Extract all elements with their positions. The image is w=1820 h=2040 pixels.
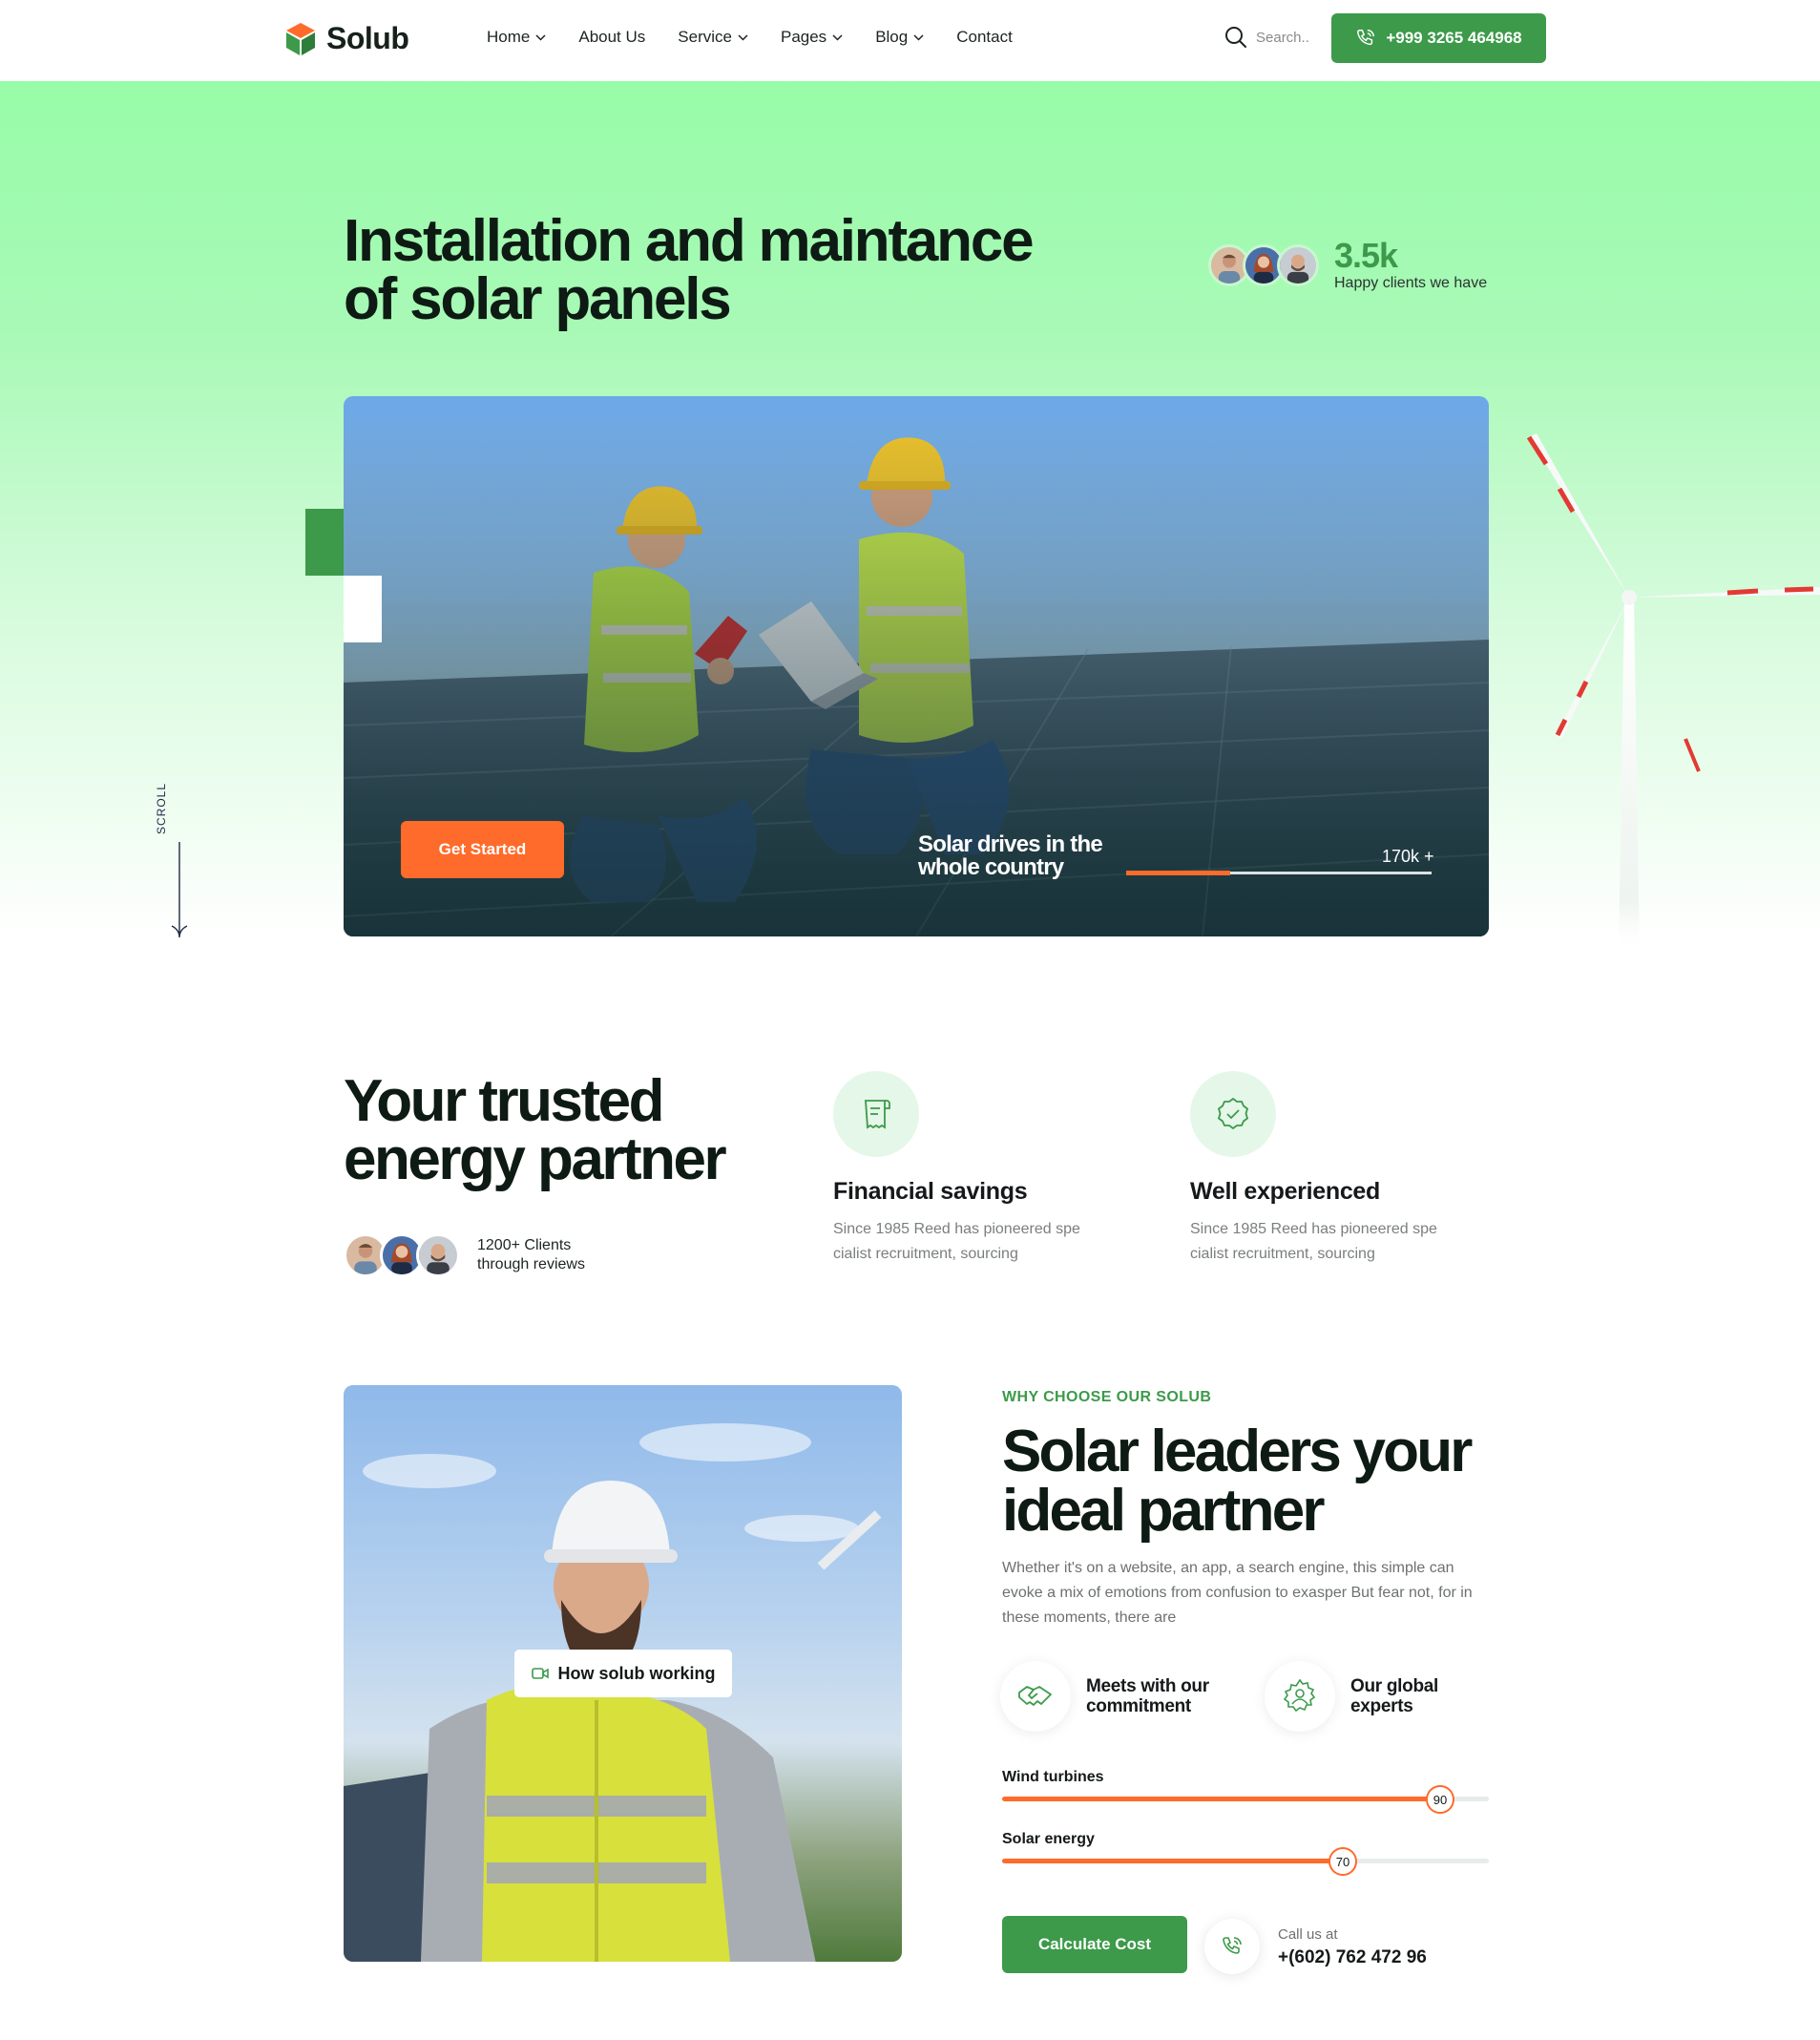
feature-title: Financial savings: [833, 1178, 1028, 1205]
logo-text: Solub: [326, 21, 409, 55]
how-solub-working-button[interactable]: How solub working: [514, 1650, 732, 1697]
cube-logo-icon: [286, 22, 315, 55]
trusted-title: Your trusted energy partner: [344, 1068, 727, 1192]
why-desc: Whether it's on a website, an app, a sea…: [1002, 1560, 1473, 1626]
happy-stats: 3.5k Happy clients we have: [1334, 239, 1487, 292]
gear-team-icon: [1283, 1678, 1316, 1713]
search-icon[interactable]: [1224, 25, 1248, 50]
why-title: Solar leaders your ideal partner: [1002, 1419, 1473, 1544]
receipt-icon: [865, 1100, 890, 1129]
feature-icon-wrap: [833, 1071, 919, 1157]
chevron-down-icon: [535, 33, 546, 41]
how-solub-working-label: How solub working: [557, 1663, 716, 1683]
mini-icon-wrap: [1000, 1661, 1071, 1732]
hero-stat: 170k +: [1382, 847, 1434, 866]
header-phone-number: +999 3265 464968: [1386, 29, 1522, 47]
call-number[interactable]: +(602) 762 472 96: [1278, 1947, 1427, 1968]
chevron-down-icon: [832, 33, 843, 41]
decorative-square: [344, 576, 382, 642]
clients-text: 1200+ Clients through reviews: [477, 1237, 585, 1272]
badge-check-icon: [1217, 1097, 1249, 1130]
nav-pages-label: Pages: [780, 28, 827, 46]
clients-reviews: 1200+ Clients through reviews: [344, 1233, 620, 1277]
progress-knob[interactable]: 90: [1426, 1785, 1454, 1814]
nav-about[interactable]: About Us: [578, 28, 645, 47]
nav-home-label: Home: [487, 28, 531, 46]
mini-label: Our global experts: [1350, 1676, 1439, 1716]
hero-stat-progress-fill: [1126, 871, 1230, 875]
feature-desc: Since 1985 Reed has pioneered spe cialis…: [1190, 1221, 1437, 1262]
why-eyebrow: WHY CHOOSE OUR SOLUB: [1002, 1389, 1212, 1405]
wind-turbine-illustration: [1526, 433, 1820, 955]
progress-bar-wind: 90: [1002, 1785, 1489, 1814]
feature-financial-savings: Financial savings Since 1985 Reed has pi…: [833, 1071, 1119, 1267]
feature-icon-wrap: [1190, 1071, 1276, 1157]
mini-feature-commitment: Meets with our commitment: [1000, 1661, 1229, 1732]
avatar: [416, 1233, 460, 1277]
feature-title: Well experienced: [1190, 1178, 1380, 1205]
scroll-label: SCROLL: [155, 782, 168, 834]
progress-bar-solar: 70: [1002, 1847, 1489, 1876]
handshake-icon: [1018, 1686, 1052, 1706]
nav-service-label: Service: [678, 28, 732, 46]
phone-call-icon: [1223, 1937, 1242, 1954]
progress-fill: [1002, 1859, 1343, 1863]
header-phone-button[interactable]: +999 3265 464968: [1331, 13, 1546, 63]
happy-label: Happy clients we have: [1334, 275, 1488, 291]
mini-feature-experts: Our global experts: [1265, 1661, 1494, 1732]
search-input[interactable]: [1256, 29, 1342, 46]
nav-service[interactable]: Service: [678, 28, 748, 47]
nav-blog-label: Blog: [875, 28, 909, 46]
bar-label-wind: Wind turbines: [1002, 1769, 1104, 1785]
nav-blog[interactable]: Blog: [875, 28, 924, 47]
scroll-arrow-icon[interactable]: [170, 783, 189, 945]
site-header: Solub Home About Us Service Pages Blog C…: [0, 0, 1820, 81]
video-icon: [531, 1668, 549, 1679]
avatar: [1277, 244, 1319, 286]
phone-call-icon: [1357, 30, 1375, 46]
progress-knob[interactable]: 70: [1328, 1847, 1357, 1876]
nav-home[interactable]: Home: [487, 28, 546, 47]
call-label: Call us at: [1278, 1926, 1338, 1943]
mini-icon-wrap: [1265, 1661, 1335, 1732]
main-nav: Home About Us Service Pages Blog Contact: [487, 28, 1013, 47]
hero-title: Installation and maintance of solar pane…: [344, 208, 1035, 332]
call-button[interactable]: [1204, 1919, 1260, 1974]
bar-label-solar: Solar energy: [1002, 1831, 1095, 1847]
nav-contact[interactable]: Contact: [956, 28, 1013, 47]
happy-clients: 3.5k Happy clients we have: [1208, 239, 1487, 292]
feature-well-experienced: Well experienced Since 1985 Reed has pio…: [1190, 1071, 1476, 1267]
nav-pages[interactable]: Pages: [781, 28, 843, 47]
avatar-group: [1208, 244, 1319, 286]
chevron-down-icon: [738, 33, 748, 41]
chevron-down-icon: [913, 33, 924, 41]
decorative-square: [305, 509, 344, 576]
logo[interactable]: Solub: [284, 21, 409, 56]
calculate-cost-button[interactable]: Calculate Cost: [1002, 1916, 1187, 1973]
search-box: [1224, 25, 1342, 50]
get-started-button[interactable]: Get Started: [401, 821, 564, 878]
avatar-group: [344, 1233, 460, 1277]
progress-fill: [1002, 1797, 1440, 1801]
feature-desc: Since 1985 Reed has pioneered spe cialis…: [833, 1221, 1080, 1262]
nav-contact-label: Contact: [956, 28, 1013, 46]
hero-caption: Solar drives in the whole country: [918, 831, 1103, 880]
mini-label: Meets with our commitment: [1086, 1676, 1209, 1716]
nav-about-label: About Us: [578, 28, 646, 46]
happy-count: 3.5k: [1334, 236, 1398, 275]
hero-stat-progress: [1126, 871, 1432, 875]
